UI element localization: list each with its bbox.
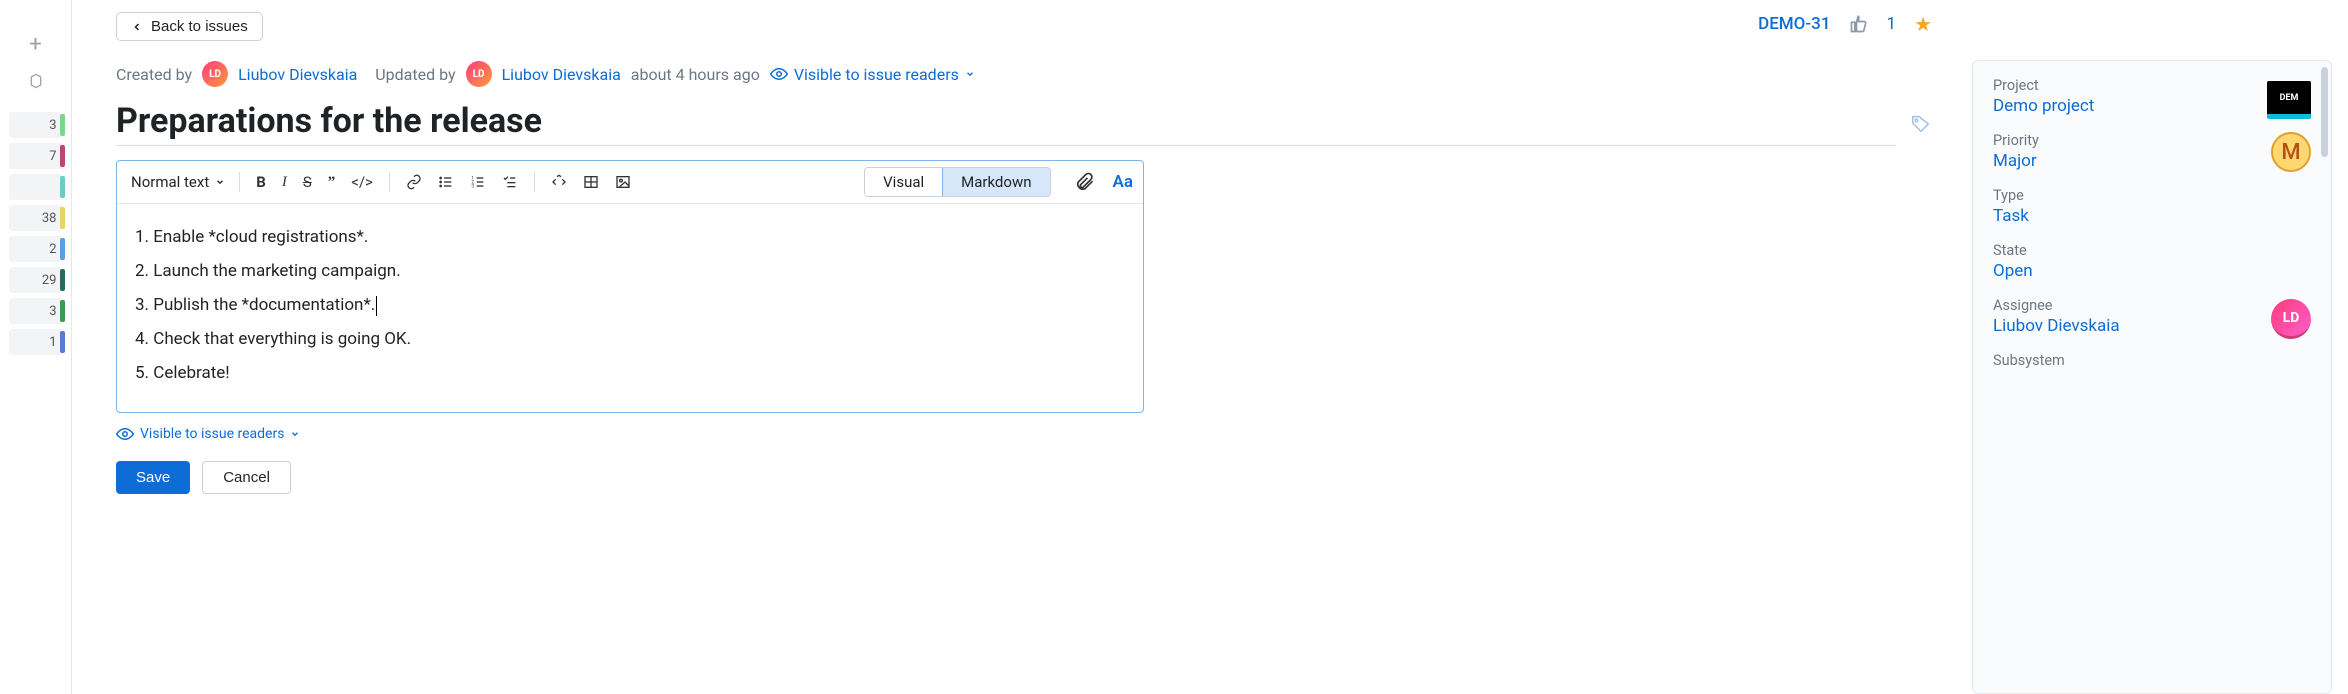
visibility-label: Visible to issue readers (140, 426, 284, 442)
image-button[interactable] (609, 170, 637, 194)
updated-ago: about 4 hours ago (631, 65, 760, 84)
updater-avatar: LD (466, 61, 492, 87)
code-button[interactable]: </> (345, 169, 379, 195)
issue-meta: Created by LD Liubov Dievskaia Updated b… (116, 61, 1932, 87)
bullet-list-button[interactable] (432, 170, 460, 194)
editor-toolbar: Normal text B I S ” </> 123 (117, 161, 1143, 204)
rail-item[interactable] (9, 174, 63, 200)
back-label: Back to issues (151, 18, 248, 35)
strike-button[interactable]: S (297, 169, 318, 195)
field-label: Type (1993, 187, 2311, 204)
field-label: Project (1993, 77, 2311, 94)
star-icon[interactable]: ★ (1914, 12, 1932, 36)
add-icon[interactable]: + (29, 32, 41, 57)
ordered-list-button[interactable]: 123 (464, 170, 492, 194)
editor-line: 4. Check that everything is going OK. (135, 322, 1125, 356)
visual-mode-button[interactable]: Visual (865, 168, 942, 196)
issue-fields-panel: Project Demo project DEM Priority Major … (1972, 60, 2332, 694)
back-button[interactable]: Back to issues (116, 12, 263, 41)
thumbs-up-icon[interactable] (1849, 14, 1869, 34)
rail-item[interactable]: 1 (9, 329, 63, 355)
editor-line: 5. Celebrate! (135, 356, 1125, 390)
editor-line: 3. Publish the *documentation*. (135, 288, 1125, 322)
updated-by-label: Updated by (375, 65, 455, 84)
field-label: Assignee (1993, 297, 2311, 314)
rail-item[interactable]: 3 (9, 112, 63, 138)
field-assignee[interactable]: Assignee Liubov Dievskaia LD (1993, 297, 2311, 336)
markdown-mode-button[interactable]: Markdown (942, 168, 1049, 196)
scrollbar[interactable] (2321, 67, 2328, 157)
field-subsystem[interactable]: Subsystem (1993, 352, 2311, 369)
creator-avatar: LD (202, 61, 228, 87)
field-type[interactable]: Type Task (1993, 187, 2311, 226)
rail-item[interactable]: 7 (9, 143, 63, 169)
cancel-button[interactable]: Cancel (202, 461, 291, 494)
chevron-down-icon (215, 177, 225, 187)
field-priority[interactable]: Priority Major M (1993, 132, 2311, 171)
updater-link[interactable]: Liubov Dievskaia (502, 65, 621, 84)
chevron-left-icon (131, 21, 143, 33)
link-button[interactable] (400, 170, 428, 194)
vote-count: 1 (1887, 14, 1897, 34)
eye-icon (770, 65, 788, 83)
main-content: Back to issues DEMO-31 1 ★ Created by LD… (72, 0, 1972, 694)
chevron-down-icon (965, 69, 975, 79)
rail-item[interactable]: 38 (9, 205, 63, 231)
field-value: Major (1993, 151, 2311, 171)
svg-text:3: 3 (471, 183, 474, 189)
assignee-avatar: LD (2271, 299, 2311, 339)
editor-mode-toggle: Visual Markdown (864, 167, 1050, 197)
field-value: Open (1993, 261, 2311, 281)
project-badge: DEM (2267, 81, 2311, 119)
creator-link[interactable]: Liubov Dievskaia (238, 65, 357, 84)
separator (534, 172, 535, 192)
style-label: Normal text (131, 173, 209, 191)
field-label: Subsystem (1993, 352, 2311, 369)
issue-id[interactable]: DEMO-31 (1758, 14, 1830, 34)
field-state[interactable]: State Open (1993, 242, 2311, 281)
description-visibility[interactable]: Visible to issue readers (116, 425, 300, 443)
code-block-button[interactable] (545, 170, 573, 194)
quote-button[interactable]: ” (322, 170, 342, 195)
rail-item[interactable]: 3 (9, 298, 63, 324)
text-format-button[interactable]: Aa (1113, 172, 1133, 192)
rail-item[interactable]: 29 (9, 267, 63, 293)
issue-title[interactable]: Preparations for the release (116, 101, 1896, 146)
save-button[interactable]: Save (116, 461, 190, 494)
field-value: Task (1993, 206, 2311, 226)
field-project[interactable]: Project Demo project DEM (1993, 77, 2311, 116)
editor-line: 2. Launch the marketing campaign. (135, 254, 1125, 288)
settings-icon[interactable] (28, 73, 44, 89)
nav-rail: + 3 7 38 2 29 3 1 (0, 0, 72, 694)
field-value: Demo project (1993, 96, 2311, 116)
visibility-toggle[interactable]: Visible to issue readers (770, 65, 975, 84)
separator (239, 172, 240, 192)
rail-item[interactable]: 2 (9, 236, 63, 262)
bold-button[interactable]: B (250, 169, 272, 195)
italic-button[interactable]: I (276, 170, 293, 195)
editor-line: 1. Enable *cloud registrations*. (135, 220, 1125, 254)
table-button[interactable] (577, 170, 605, 194)
created-by-label: Created by (116, 65, 192, 84)
field-label: State (1993, 242, 2311, 259)
editor-textarea[interactable]: 1. Enable *cloud registrations*.2. Launc… (117, 204, 1143, 412)
tag-icon[interactable] (1910, 113, 1932, 135)
separator (389, 172, 390, 192)
priority-badge: M (2271, 132, 2311, 172)
visibility-label: Visible to issue readers (794, 65, 959, 84)
text-style-select[interactable]: Normal text (127, 171, 229, 193)
header-actions: DEMO-31 1 ★ (1758, 12, 1932, 36)
checklist-button[interactable] (496, 170, 524, 194)
field-value: Liubov Dievskaia (1993, 316, 2311, 336)
eye-icon (116, 425, 134, 443)
attachment-button[interactable] (1075, 172, 1095, 192)
field-label: Priority (1993, 132, 2311, 149)
description-editor: Normal text B I S ” </> 123 (116, 160, 1144, 413)
chevron-down-icon (290, 429, 300, 439)
